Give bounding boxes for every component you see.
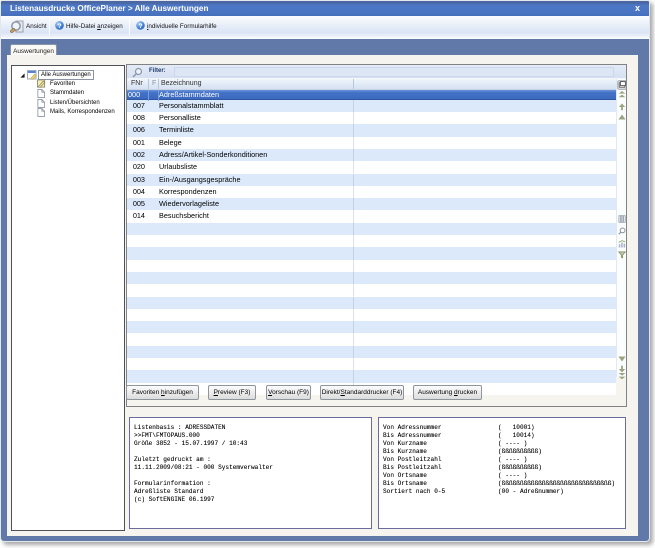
svg-text:?: ? [57,23,61,30]
svg-text:?: ? [138,23,142,30]
